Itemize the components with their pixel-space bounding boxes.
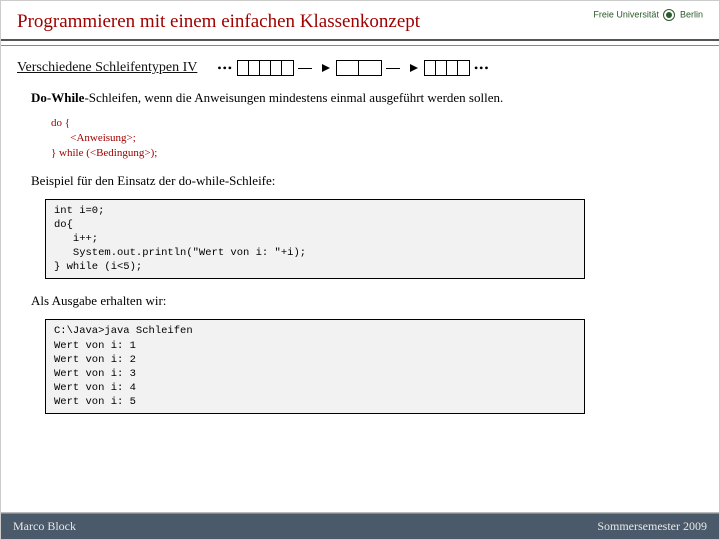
intro-text: Do-While-Schleifen, wenn die Anweisungen… [31, 90, 703, 106]
subtitle-row: Verschiedene Schleifentypen IV ••• ••• [17, 60, 703, 76]
dots-icon: ••• [474, 61, 490, 76]
box-group [424, 60, 470, 76]
arrow-right-icon [410, 64, 418, 72]
example-label: Beispiel für den Einsatz der do-while-Sc… [31, 173, 703, 189]
connector-line [298, 68, 312, 69]
syntax-block: do { <Anweisung>; } while (<Bedingung>); [51, 116, 703, 161]
code-example: int i=0; do{ i++; System.out.println("We… [45, 199, 585, 280]
university-logo: Freie Universität Berlin [593, 9, 703, 21]
logo-suffix: Berlin [680, 9, 703, 19]
footer-term: Sommersemester 2009 [597, 519, 707, 534]
intro-strong: Do-While [31, 90, 84, 105]
header-divider [1, 45, 719, 46]
intro-rest: -Schleifen, wenn die Anweisungen mindest… [84, 90, 503, 105]
connector-line [386, 68, 400, 69]
logo-seal-icon [663, 9, 675, 21]
box-group [237, 60, 294, 76]
arrow-right-icon [322, 64, 330, 72]
code-output: C:\Java>java Schleifen Wert von i: 1 Wer… [45, 319, 585, 414]
slide-header: Programmieren mit einem einfachen Klasse… [1, 1, 719, 41]
output-label: Als Ausgabe erhalten wir: [31, 293, 703, 309]
box-group [336, 60, 382, 76]
footer-author: Marco Block [13, 519, 76, 534]
slide-footer: Marco Block Sommersemester 2009 [1, 513, 719, 539]
flow-diagram: ••• ••• [217, 60, 489, 76]
logo-text: Freie Universität [593, 9, 659, 19]
dots-icon: ••• [217, 61, 233, 76]
section-subtitle: Verschiedene Schleifentypen IV [17, 60, 197, 76]
slide-content: Verschiedene Schleifentypen IV ••• ••• D… [1, 60, 719, 414]
